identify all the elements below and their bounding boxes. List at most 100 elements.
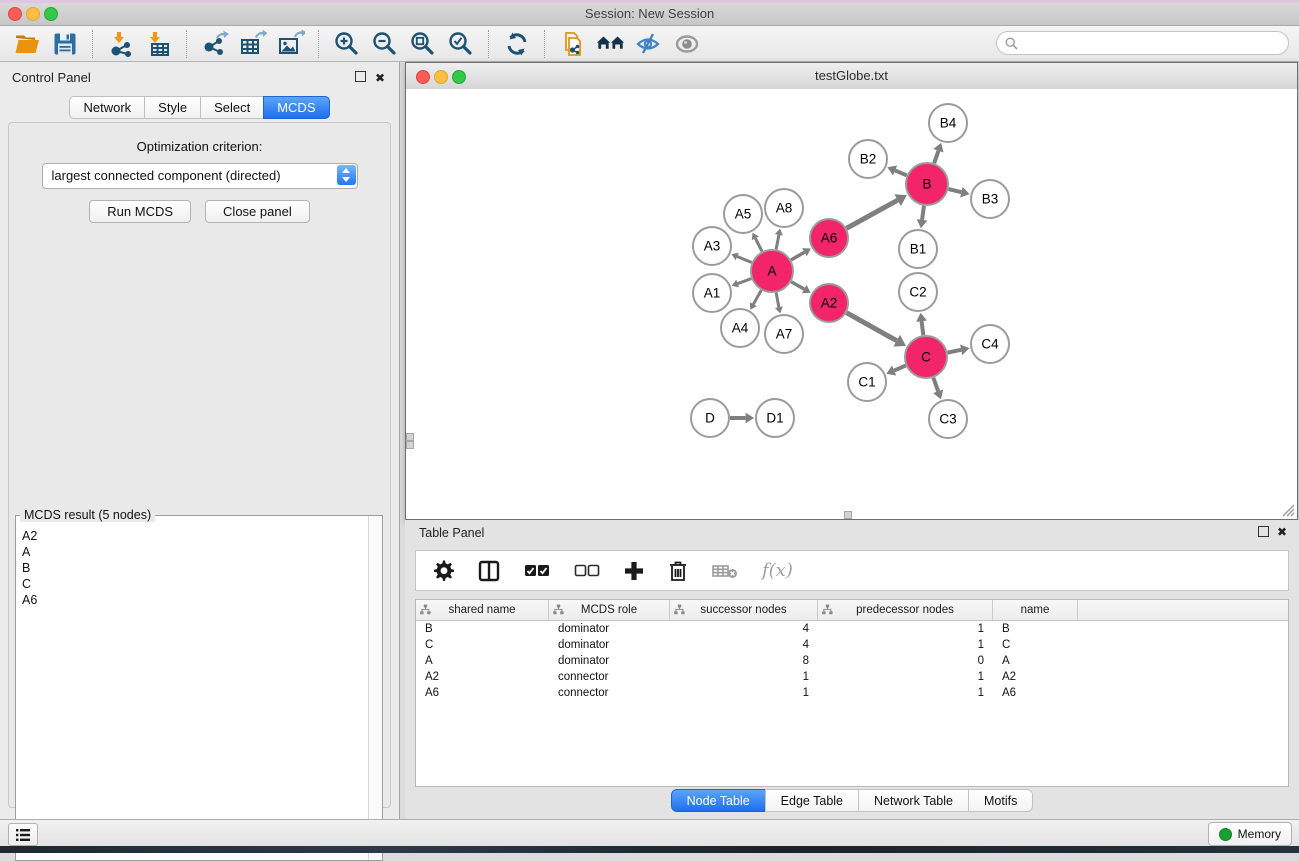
zoom-out-button[interactable]: [370, 29, 400, 59]
graph-edge[interactable]: [934, 151, 938, 163]
table-row[interactable]: Bdominator41B: [416, 621, 1288, 637]
export-image-button[interactable]: [276, 29, 306, 59]
column-header-name[interactable]: name: [993, 600, 1078, 620]
show-task-history-button[interactable]: [8, 823, 38, 846]
split-columns-button[interactable]: [478, 560, 500, 582]
graph-edge[interactable]: [922, 206, 924, 220]
table-row[interactable]: Adominator80A: [416, 653, 1288, 669]
scrollbar-stub-icon[interactable]: [406, 433, 414, 441]
scrollbar-stub-icon[interactable]: [406, 441, 414, 449]
table-cell[interactable]: dominator: [549, 655, 670, 667]
memory-button[interactable]: Memory: [1208, 822, 1292, 846]
open-session-button[interactable]: [12, 29, 42, 59]
import-network-button[interactable]: [106, 29, 136, 59]
float-panel-icon[interactable]: [1258, 526, 1269, 540]
eye-button[interactable]: [672, 29, 702, 59]
tab-motifs[interactable]: Motifs: [968, 789, 1033, 812]
scrollbar-stub-icon[interactable]: [844, 511, 852, 519]
tab-node-table[interactable]: Node Table: [671, 789, 766, 812]
export-network-button[interactable]: [200, 29, 230, 59]
refresh-button[interactable]: [502, 29, 532, 59]
table-cell[interactable]: A6: [993, 687, 1078, 699]
home-button[interactable]: [596, 29, 626, 59]
table-row[interactable]: A6connector11A6: [416, 685, 1288, 701]
table-row[interactable]: Cdominator41C: [416, 637, 1288, 653]
table-cell[interactable]: dominator: [549, 623, 670, 635]
table-cell[interactable]: connector: [549, 671, 670, 683]
table-cell[interactable]: 4: [670, 623, 818, 635]
graph-edge[interactable]: [922, 321, 924, 335]
tab-select[interactable]: Select: [200, 96, 264, 119]
result-item[interactable]: A2: [22, 528, 369, 544]
table-body[interactable]: Bdominator41BCdominator41CAdominator80AA…: [416, 621, 1288, 701]
select-all-checkboxes-button[interactable]: [524, 564, 550, 578]
column-header-MCDS-role[interactable]: MCDS role: [549, 600, 670, 620]
table-cell[interactable]: A6: [416, 687, 549, 699]
tab-network[interactable]: Network: [69, 96, 145, 119]
tab-edge-table[interactable]: Edge Table: [765, 789, 859, 812]
export-table-button[interactable]: [238, 29, 268, 59]
save-session-button[interactable]: [50, 29, 80, 59]
table-cell[interactable]: connector: [549, 687, 670, 699]
node-table[interactable]: shared nameMCDS rolesuccessor nodesprede…: [415, 599, 1289, 787]
import-table-button[interactable]: [144, 29, 174, 59]
table-cell[interactable]: A2: [993, 671, 1078, 683]
result-item[interactable]: C: [22, 576, 369, 592]
table-cell[interactable]: B: [993, 623, 1078, 635]
tab-mcds[interactable]: MCDS: [263, 96, 329, 119]
close-panel-icon[interactable]: ✖: [375, 71, 385, 85]
network-window-titlebar[interactable]: testGlobe.txt: [406, 63, 1297, 90]
graph-edge[interactable]: [948, 189, 961, 192]
function-builder-button[interactable]: f(x): [762, 560, 793, 581]
table-cell[interactable]: B: [416, 623, 549, 635]
graph-edge[interactable]: [791, 282, 804, 289]
run-mcds-button[interactable]: Run MCDS: [89, 200, 191, 223]
result-item[interactable]: B: [22, 560, 369, 576]
graph-edge[interactable]: [933, 378, 938, 392]
network-zoom-button[interactable]: [452, 70, 466, 84]
graph-edge[interactable]: [738, 279, 752, 284]
close-window-button[interactable]: [8, 7, 22, 21]
close-panel-icon[interactable]: ✖: [1277, 525, 1287, 539]
vizmapper-hide-button[interactable]: [634, 29, 664, 59]
zoom-fit-button[interactable]: [408, 29, 438, 59]
graph-edge[interactable]: [776, 293, 779, 308]
table-cell[interactable]: 4: [670, 639, 818, 651]
graph-edge[interactable]: [776, 235, 779, 250]
clone-network-button[interactable]: [558, 29, 588, 59]
table-cell[interactable]: A2: [416, 671, 549, 683]
result-item[interactable]: A6: [22, 592, 369, 608]
search-input[interactable]: [1022, 35, 1276, 51]
graph-edge[interactable]: [846, 313, 896, 341]
table-cell[interactable]: dominator: [549, 639, 670, 651]
column-header-shared-name[interactable]: shared name: [416, 600, 549, 620]
add-column-button[interactable]: [624, 561, 644, 581]
deselect-checkboxes-button[interactable]: [574, 564, 600, 578]
table-cell[interactable]: A: [416, 655, 549, 667]
table-row[interactable]: A2connector11A2: [416, 669, 1288, 685]
table-cell[interactable]: 1: [670, 687, 818, 699]
column-header-successor-nodes[interactable]: successor nodes: [670, 600, 818, 620]
column-header-predecessor-nodes[interactable]: predecessor nodes: [818, 600, 993, 620]
delete-table-button[interactable]: [712, 562, 738, 580]
graph-edge[interactable]: [948, 350, 962, 353]
zoom-window-button[interactable]: [44, 7, 58, 21]
search-box[interactable]: [996, 31, 1289, 55]
result-item[interactable]: A: [22, 544, 369, 560]
network-minimize-button[interactable]: [434, 70, 448, 84]
float-panel-icon[interactable]: [355, 71, 366, 85]
optimization-criterion-dropdown[interactable]: largest connected component (directed): [42, 163, 358, 189]
delete-column-button[interactable]: [668, 560, 688, 582]
table-cell[interactable]: 1: [818, 639, 993, 651]
graph-edge[interactable]: [847, 200, 898, 228]
table-cell[interactable]: 1: [670, 671, 818, 683]
table-cell[interactable]: 8: [670, 655, 818, 667]
graph-edge[interactable]: [737, 257, 751, 263]
graph-edge[interactable]: [894, 366, 906, 371]
tab-network-table[interactable]: Network Table: [858, 789, 969, 812]
network-close-button[interactable]: [416, 70, 430, 84]
close-panel-button[interactable]: Close panel: [205, 200, 310, 223]
result-list-scrollbar[interactable]: [368, 516, 382, 860]
graph-edge[interactable]: [755, 238, 762, 251]
graph-edge[interactable]: [753, 290, 761, 304]
